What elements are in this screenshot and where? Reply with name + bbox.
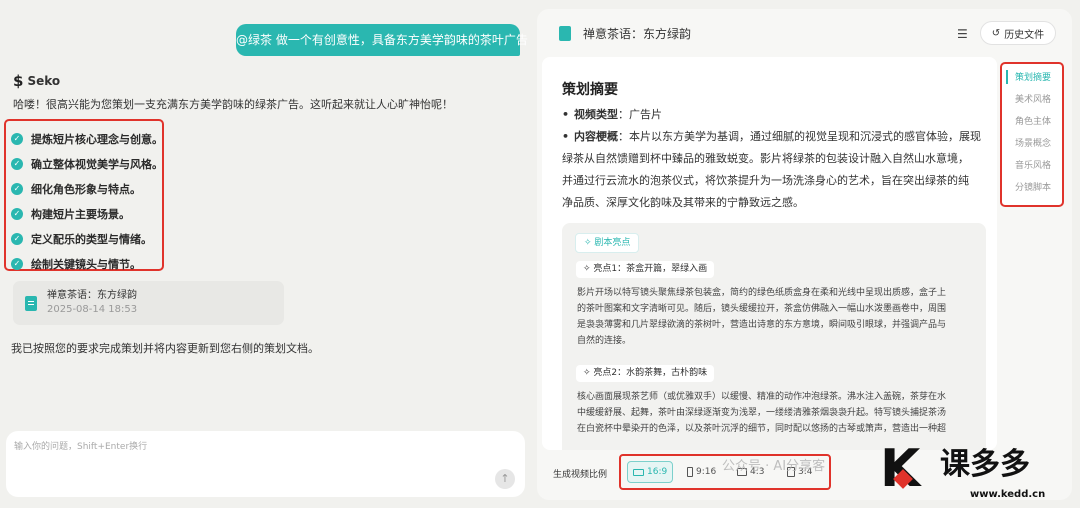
chat-input[interactable] — [14, 439, 474, 461]
ratio-option-9-16[interactable]: 9:16 — [682, 461, 721, 483]
video-type-label: 视频类型 — [574, 108, 618, 121]
ratio-value: 9:16 — [696, 467, 717, 477]
ratio-label: 生成视频比例 — [553, 470, 608, 480]
watermark-text: 公众号 · AI分享客 — [722, 459, 826, 474]
logo-name: 课多多 — [940, 447, 1030, 482]
outline-item-art-style[interactable]: 美术风格 — [1015, 92, 1051, 105]
check-icon: ✓ — [11, 207, 23, 220]
brand-name: Seko — [27, 74, 61, 88]
plan-document: 策划摘要 视频类型：广告片 内容梗概：本片以东方美学为基调，通过细腻的视觉呈现和… — [542, 57, 997, 450]
outline-item-summary[interactable]: 策划摘要 — [1015, 70, 1051, 83]
document-icon — [559, 26, 571, 41]
overview-line: 绿茶从自然馈赠到杯中臻品的雅致蜕变。影片将绿茶的包装设计融入自然山水意境， — [562, 152, 969, 165]
outline-item-music[interactable]: 音乐风格 — [1015, 158, 1051, 171]
document-icon — [25, 295, 37, 311]
ratio-option-16-9[interactable]: 16:9 — [627, 461, 674, 483]
document-card-text: 禅意茶语：东方绿韵 2025-08-14 18:53 — [47, 289, 137, 317]
task-item: ✓ 细化角色形象与特点。 — [11, 176, 163, 201]
highlight-point-title: ✧ 亮点1：茶盒开篇，翠绿入画 — [576, 261, 715, 278]
video-type-value: ：广告片 — [618, 108, 662, 121]
overview-line: 并通过行云流水的泡茶仪式，将饮茶提升为一场洗涤身心的艺术，旨在突出绿茶的纯 — [562, 174, 969, 187]
check-icon: ✓ — [11, 132, 23, 145]
highlights-tag-label: 剧本亮点 — [594, 238, 631, 248]
task-label: 确立整体视觉美学与风格。 — [31, 157, 163, 171]
active-indicator — [1006, 70, 1008, 84]
history-icon: ↺ — [991, 27, 1001, 39]
task-label: 定义配乐的类型与情绪。 — [31, 232, 152, 246]
task-item: ✓ 绘制关键镜头与情节。 — [11, 251, 163, 276]
assistant-greeting: 哈喽！很高兴能为您策划一支充满东方美学韵味的绿茶广告。这听起来就让人心旷神怡呢！ — [13, 98, 453, 111]
highlights-tag: ✧ 剧本亮点 — [575, 233, 640, 253]
task-item: ✓ 确立整体视觉美学与风格。 — [11, 151, 163, 176]
task-item: ✓ 提炼短片核心理念与创意。 — [11, 126, 163, 151]
summary-bullets: 视频类型：广告片 内容梗概：本片以东方美学为基调，通过细腻的视觉呈现和沉浸式的感… — [562, 104, 987, 214]
check-icon: ✓ — [11, 157, 23, 170]
portrait-icon — [687, 467, 693, 477]
panel-title: 禅意茶语：东方绿韵 — [583, 27, 692, 41]
sparkle-icon: ✧ — [583, 264, 594, 274]
site-logo: K 课多多 www.kedd.cn — [880, 443, 1080, 508]
check-icon: ✓ — [11, 182, 23, 195]
task-list: ✓ 提炼短片核心理念与创意。 ✓ 确立整体视觉美学与风格。 ✓ 细化角色形象与特点。 … — [11, 126, 163, 276]
task-item: ✓ 构建短片主要场景。 — [11, 201, 163, 226]
overview-row: 内容梗概：本片以东方美学为基调，通过细腻的视觉呈现和沉浸式的感官体验，展现 — [562, 126, 987, 148]
text-line: 的茶叶图案和文字清晰可见。随后，镜头缓缓拉开，茶盒仿佛融入一幅山水泼墨画卷中，周… — [577, 304, 947, 314]
outline-item-storyboard[interactable]: 分镜脚本 — [1015, 180, 1051, 193]
text-line: 是袅袅薄雾和几片翠绿欲滴的茶树叶，营造出诗意的东方意境，瞬间吸引眼球，并强调产品… — [577, 320, 947, 330]
task-label: 构建短片主要场景。 — [31, 207, 130, 221]
assistant-completion-message: 我已按照您的要求完成策划并将内容更新到您右侧的策划文档。 — [11, 342, 319, 355]
text-line: 核心画面展现茶艺师（或优雅双手）以缓慢、精准的动作冲泡绿茶。沸水注入盖碗，茶芽在… — [577, 392, 947, 402]
check-icon: ✓ — [11, 232, 23, 245]
highlight-point-text: 核心画面展现茶艺师（或优雅双手）以缓慢、精准的动作冲泡绿茶。沸水注入盖碗，茶芽在… — [577, 389, 977, 437]
text-line: 自然的连接。 — [577, 336, 632, 346]
logo-url: www.kedd.cn — [970, 489, 1046, 500]
text-line: 影片开场以特写镜头聚焦绿茶包装盒，简约的绿色纸质盒身在柔和光线中呈现出质感，盒子… — [577, 288, 947, 298]
task-label: 提炼短片核心理念与创意。 — [31, 132, 163, 146]
ratio-value: 16:9 — [647, 467, 668, 477]
check-icon: ✓ — [11, 257, 23, 270]
sparkle-icon: ✧ — [583, 368, 594, 378]
history-files-label: 历史文件 — [1004, 29, 1045, 41]
outline-item-characters[interactable]: 角色主体 — [1015, 114, 1051, 127]
document-card-title: 禅意茶语：东方绿韵 — [47, 290, 137, 301]
document-card[interactable]: 禅意茶语：东方绿韵 2025-08-14 18:53 — [13, 281, 284, 325]
text-line: 中缓缓舒展、起舞，茶叶由深绿逐渐变为浅翠，一缕缕清雅茶烟袅袅升起。特写镜头捕捉茶… — [577, 408, 947, 418]
highlight-point-text: 影片开场以特写镜头聚焦绿茶包装盒，简约的绿色纸质盒身在柔和光线中呈现出质感，盒子… — [577, 285, 977, 349]
history-files-button[interactable]: ↺ 历史文件 — [980, 21, 1056, 45]
sparkle-icon: ✧ — [584, 238, 595, 248]
summary-heading: 策划摘要 — [562, 82, 618, 98]
chat-input-box: ↑ — [6, 431, 525, 497]
overview-line: ：本片以东方美学为基调，通过细腻的视觉呈现和沉浸式的感官体验，展现 — [618, 130, 981, 143]
overview-label: 内容梗概 — [574, 130, 618, 143]
highlight-point-label: 亮点2：水韵茶舞，古朴韵味 — [593, 368, 708, 378]
send-button[interactable]: ↑ — [495, 469, 515, 489]
task-item: ✓ 定义配乐的类型与情绪。 — [11, 226, 163, 251]
task-label: 绘制关键镜头与情节。 — [31, 257, 141, 271]
landscape-icon — [633, 468, 644, 476]
logo-k-icon: K — [880, 443, 936, 495]
task-label: 细化角色形象与特点。 — [31, 182, 141, 196]
seko-logo-icon: $ — [13, 72, 24, 90]
video-type-row: 视频类型：广告片 — [562, 104, 987, 126]
outline-list-icon[interactable]: ☰ — [957, 27, 968, 41]
highlight-point-title: ✧ 亮点2：水韵茶舞，古朴韵味 — [576, 365, 715, 382]
chat-pane: @绿茶 做一个有创意性，具备东方美学韵味的茶叶广告 $ Seko 哈喽！很高兴能… — [0, 0, 530, 508]
document-card-date: 2025-08-14 18:53 — [47, 304, 138, 315]
user-message: @绿茶 做一个有创意性，具备东方美学韵味的茶叶广告 — [236, 24, 528, 56]
arrow-up-icon: ↑ — [500, 472, 510, 485]
script-highlights: ✧ 剧本亮点 ✧ 亮点1：茶盒开篇，翠绿入画 影片开场以特写镜头聚焦绿茶包装盒，… — [562, 223, 986, 450]
highlight-point-label: 亮点1：茶盒开篇，翠绿入画 — [593, 264, 708, 274]
plan-panel: 禅意茶语：东方绿韵 ☰ ↺ 历史文件 策划摘要 视频类型：广告片 内容梗概：本片… — [537, 9, 1072, 500]
panel-header: 禅意茶语：东方绿韵 ☰ ↺ 历史文件 — [537, 9, 1072, 57]
overview-line: 净品质、深厚文化韵味及其带来的宁静致远之感。 — [562, 196, 804, 209]
outline-item-scenes[interactable]: 场景概念 — [1015, 136, 1051, 149]
assistant-brand: $ Seko — [13, 72, 60, 90]
text-line: 在白瓷杯中晕染开的色泽，以及茶叶沉浮的细节，同时配以悠扬的古琴或箫声，营造出一种… — [577, 424, 947, 434]
document-outline: 策划摘要 美术风格 角色主体 场景概念 音乐风格 分镜脚本 — [1000, 62, 1064, 207]
